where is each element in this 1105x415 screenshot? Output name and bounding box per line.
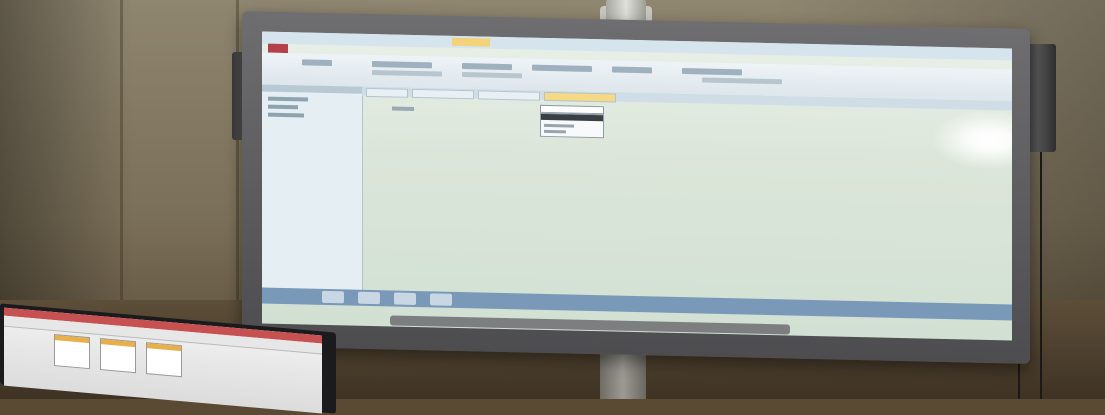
nav-item[interactable]	[268, 112, 304, 118]
cable	[1040, 150, 1042, 399]
dropdown-selected-item[interactable]	[541, 113, 603, 122]
glare-highlight	[930, 108, 1012, 172]
nav-pane-header[interactable]	[262, 84, 362, 94]
dropdown-list[interactable]	[540, 112, 604, 139]
nav-item[interactable]	[268, 104, 298, 110]
taskbar-button[interactable]	[394, 292, 416, 305]
wall-seam	[236, 0, 239, 340]
table-card[interactable]	[100, 338, 136, 374]
file-tab[interactable]	[268, 43, 288, 54]
contextual-tab-accent	[452, 37, 490, 47]
ribbon-group[interactable]	[462, 63, 512, 71]
ribbon-group[interactable]	[612, 66, 652, 74]
ribbon-group[interactable]	[302, 59, 332, 67]
ribbon-group[interactable]	[682, 68, 742, 76]
table-card[interactable]	[54, 334, 90, 370]
dropdown-item[interactable]	[544, 129, 566, 134]
field-label	[392, 106, 414, 111]
object-tab-active[interactable]	[544, 91, 616, 103]
wall-seam	[120, 0, 123, 340]
ribbon-group[interactable]	[372, 69, 442, 77]
taskbar-button[interactable]	[322, 290, 344, 304]
ribbon-group[interactable]	[462, 72, 522, 79]
nav-item[interactable]	[268, 96, 308, 102]
ribbon-group[interactable]	[372, 60, 432, 69]
table-card-header	[101, 339, 135, 348]
ribbon-group[interactable]	[702, 77, 782, 85]
table-card-header	[147, 343, 181, 352]
object-tab[interactable]	[478, 90, 540, 101]
taskbar-button[interactable]	[430, 293, 452, 306]
dropdown-item[interactable]	[544, 123, 574, 128]
ribbon-group[interactable]	[532, 64, 592, 72]
display-screen	[262, 31, 1012, 341]
navigation-pane	[262, 84, 363, 297]
taskbar-button[interactable]	[358, 291, 380, 305]
object-tab[interactable]	[412, 88, 474, 100]
taskbar	[262, 287, 1012, 321]
table-card-header	[55, 335, 89, 344]
object-tab[interactable]	[366, 87, 408, 98]
table-card[interactable]	[146, 342, 182, 378]
